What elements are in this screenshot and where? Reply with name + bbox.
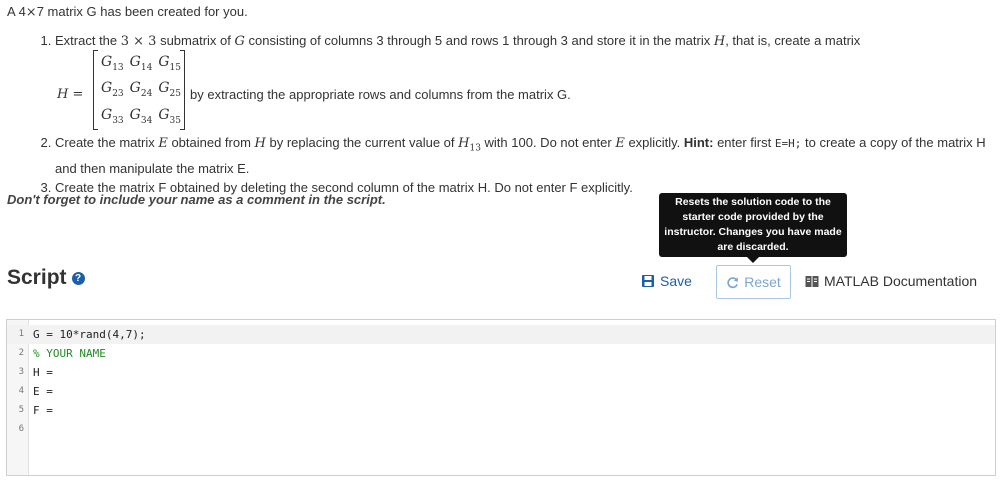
book-icon bbox=[805, 275, 819, 287]
line-number: 3 bbox=[18, 367, 24, 377]
code-comment[interactable]: % YOUR NAME bbox=[33, 344, 106, 363]
task2-text-b: obtained from bbox=[167, 135, 255, 150]
line-number: 4 bbox=[18, 386, 24, 396]
save-icon bbox=[642, 275, 654, 287]
task1-text-a: Extract the bbox=[55, 33, 121, 48]
symbol-g: G bbox=[234, 34, 245, 49]
symbol-h: H bbox=[713, 34, 726, 49]
symbol-h: H bbox=[254, 136, 266, 151]
h-equals: H = bbox=[57, 87, 84, 102]
matrix-entry: G14 bbox=[129, 54, 153, 73]
symbol-h13: H13 bbox=[458, 136, 481, 154]
matrix-entry: G25 bbox=[158, 80, 181, 99]
symbol-e: E bbox=[158, 136, 168, 151]
code-line[interactable]: 3 H = bbox=[7, 363, 995, 382]
problem-intro: A 4×7 matrix G has been created for you. bbox=[7, 4, 248, 20]
symbol-e: E bbox=[615, 136, 625, 151]
tooltip-text: Resets the solution code to the starter … bbox=[664, 196, 842, 253]
matrix-row-3: G33 G34 G35 bbox=[98, 106, 184, 131]
reset-label: Reset bbox=[744, 274, 781, 290]
task-list: Extract the 3 × 3 submatrix of G consist… bbox=[35, 31, 990, 197]
task-item-1: Extract the 3 × 3 submatrix of G consist… bbox=[55, 31, 990, 131]
matrix-entry: G13 bbox=[101, 54, 124, 73]
reset-icon bbox=[727, 276, 739, 288]
matrix-entry: G24 bbox=[129, 80, 153, 99]
line-number: 1 bbox=[18, 329, 24, 339]
save-label: Save bbox=[660, 273, 692, 289]
intro-text-start: A 4 bbox=[7, 4, 26, 19]
line-number: 5 bbox=[18, 405, 24, 415]
hint-code: E=H; bbox=[774, 137, 802, 150]
name-reminder: Don't forget to include your name as a c… bbox=[7, 192, 386, 207]
code-text[interactable]: G = 10*rand(4,7); bbox=[33, 325, 146, 344]
task1-text-d: , that is, create a matrix bbox=[725, 33, 861, 48]
line-number: 2 bbox=[18, 348, 24, 358]
task2-text-c: by replacing the current value of bbox=[265, 135, 459, 150]
matrix-entry: G33 bbox=[101, 107, 124, 126]
script-title: Script bbox=[7, 266, 67, 289]
code-editor[interactable]: 1 G = 10*rand(4,7); 2 % YOUR NAME 3 H = … bbox=[6, 319, 996, 476]
matrix-entry: G15 bbox=[158, 54, 181, 73]
matlab-documentation-button[interactable]: MATLAB Documentation bbox=[805, 273, 977, 289]
submatrix-h: G13 G14 G15 G23 G24 G25 G33 G34 G35 bbox=[93, 50, 185, 130]
save-button[interactable]: Save bbox=[641, 273, 692, 289]
task-item-2: Create the matrix E obtained from H by r… bbox=[55, 133, 990, 178]
times-symbol: × bbox=[25, 5, 37, 20]
code-text[interactable]: F = bbox=[33, 401, 53, 420]
hint-label: Hint: bbox=[683, 135, 714, 150]
question-circle-icon[interactable]: ? bbox=[71, 271, 85, 285]
code-line[interactable]: 1 G = 10*rand(4,7); bbox=[7, 325, 995, 344]
reset-tooltip: Resets the solution code to the starter … bbox=[659, 193, 847, 263]
code-line[interactable]: 5 F = bbox=[7, 401, 995, 420]
task1-after-text: by extracting the appropriate rows and c… bbox=[190, 87, 571, 102]
reset-button[interactable]: Reset bbox=[716, 265, 791, 299]
documentation-label: MATLAB Documentation bbox=[824, 273, 978, 289]
matrix-row-1: G13 G14 G15 bbox=[98, 53, 184, 78]
matrix-entry: G34 bbox=[129, 107, 153, 126]
tooltip-arrow bbox=[747, 257, 759, 263]
matrix-definition: H = G13 G14 G15 G23 G24 G25 G33 G34 G35 bbox=[57, 50, 990, 131]
task2-text-e: explicitly. bbox=[624, 135, 684, 150]
code-line[interactable]: 2 % YOUR NAME bbox=[7, 344, 995, 363]
code-line[interactable]: 6 bbox=[7, 420, 995, 439]
code-line[interactable]: 4 E = bbox=[7, 382, 995, 401]
task2-text-d: with 100. Do not enter bbox=[480, 135, 616, 150]
task2-text-a: Create the matrix bbox=[55, 135, 159, 150]
code-text[interactable]: H = bbox=[33, 363, 53, 382]
line-number: 6 bbox=[18, 424, 24, 434]
task1-text-b: submatrix of bbox=[156, 33, 235, 48]
size-3x3: 3 × 3 bbox=[120, 34, 157, 49]
task2-text-f: enter first bbox=[713, 135, 775, 150]
intro-text-end: 7 matrix G has been created for you. bbox=[36, 4, 248, 19]
code-text[interactable]: E = bbox=[33, 382, 53, 401]
matrix-entry: G23 bbox=[101, 80, 124, 99]
matrix-row-2: G23 G24 G25 bbox=[98, 79, 184, 104]
matrix-entry: G35 bbox=[158, 107, 181, 126]
script-heading: Script ? bbox=[7, 266, 85, 290]
task1-text-c: consisting of columns 3 through 5 and ro… bbox=[244, 33, 714, 48]
